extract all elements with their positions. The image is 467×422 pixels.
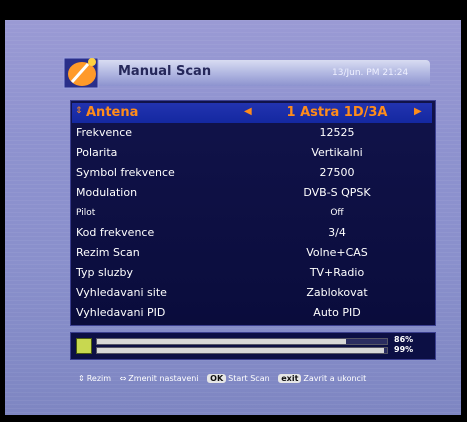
signal-quality-fill [97,348,385,353]
hint-rezim: ⇕ Rezim [78,374,111,383]
tv-screen: Manual Scan 13/Jun. PM 21:24 ⇕ Antena ◀ … [0,0,467,422]
signal-icon [76,338,92,354]
setting-label: Polarita [76,146,118,159]
setting-value: 27500 [319,166,355,179]
hint-label: Start Scan [228,374,270,383]
up-down-icon: ⇕ [78,374,85,383]
setting-label: Vyhledavani PID [76,306,166,319]
setting-value: TV+Radio [309,266,365,279]
setting-label: Typ sluzby [76,266,134,279]
setting-label: Antena [86,105,139,120]
setting-value: Vertikalni [311,146,363,159]
setting-row-antena[interactable]: ⇕ Antena ◀ 1 Astra 1D/3A ▶ [72,103,432,123]
hint-start-scan: OK Start Scan [207,374,270,383]
setting-row-modulation[interactable]: Modulation DVB-S QPSK [72,183,432,203]
signal-quality-bar [96,347,388,354]
signal-panel [70,332,436,360]
satellite-icon [63,57,99,89]
signal-strength-bar [96,338,388,345]
hint-label: Zmenit nastaveni [128,374,199,383]
setting-label: Pilot [76,208,96,218]
setting-row-kod-frekvence[interactable]: Kod frekvence 3/4 [72,223,432,243]
button-hints: ⇕ Rezim ⇔ Zmenit nastaveni OK Start Scan ex… [78,374,372,383]
setting-value: 3/4 [328,226,346,239]
setting-row-polarita[interactable]: Polarita Vertikalni [72,143,432,163]
hint-label: Zavrit a ukoncit [303,374,367,383]
datetime: 13/Jun. PM 21:24 [332,68,409,78]
hint-label: Rezim [86,374,112,383]
signal-quality-percent: 99% [394,345,414,354]
setting-value: 1 Astra 1D/3A [286,105,388,120]
setting-value: Zablokovat [306,286,368,299]
setting-value: Volne+CAS [306,246,368,259]
setting-row-pilot[interactable]: Pilot Off [72,203,432,223]
setting-row-symbol-frekvence[interactable]: Symbol frekvence 27500 [72,163,432,183]
setting-value: Off [330,208,344,218]
setting-label: Rezim Scan [76,246,140,259]
selection-arrows-icon: ⇕ [75,106,83,116]
setting-value: Auto PID [313,306,361,319]
setting-label: Vyhledavani site [76,286,167,299]
hint-zmenit: ⇔ Zmenit nastaveni [120,374,199,383]
signal-strength-fill [97,339,347,344]
left-right-icon: ⇔ [119,374,127,383]
hint-exit: exit Zavrit a ukoncit [278,374,366,383]
right-arrow-icon[interactable]: ▶ [414,106,422,117]
setting-label: Kod frekvence [76,226,155,239]
setting-row-typ-sluzby[interactable]: Typ sluzby TV+Radio [72,263,432,283]
setting-row-frekvence[interactable]: Frekvence 12525 [72,123,432,143]
setting-row-vyhledavani-site[interactable]: Vyhledavani site Zablokovat [72,283,432,303]
setting-label: Modulation [76,186,138,199]
setting-label: Symbol frekvence [76,166,175,179]
ok-key-icon: OK [207,374,227,383]
setting-label: Frekvence [76,126,133,139]
setting-row-rezim-scan[interactable]: Rezim Scan Volne+CAS [72,243,432,263]
setting-row-vyhledavani-pid[interactable]: Vyhledavani PID Auto PID [72,303,432,323]
page-title: Manual Scan [118,64,212,79]
exit-key-icon: exit [278,374,302,383]
signal-strength-percent: 86% [394,335,414,344]
setting-value: 12525 [319,126,355,139]
setting-value: DVB-S QPSK [303,186,371,199]
